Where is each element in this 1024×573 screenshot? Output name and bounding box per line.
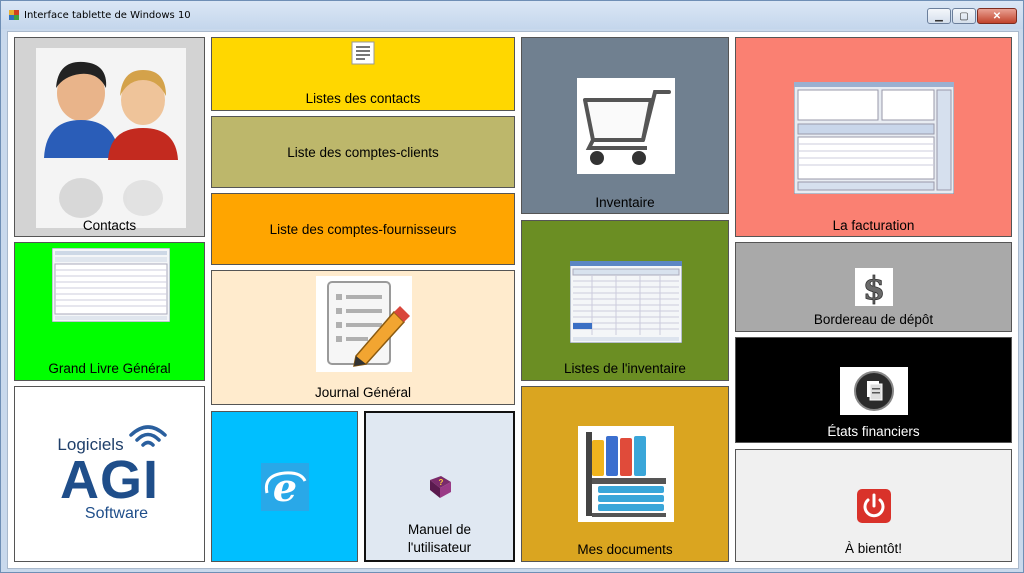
internet-explorer-icon: e: [261, 463, 309, 511]
tile-label: La facturation: [832, 218, 915, 233]
tile-label: Liste des comptes-clients: [287, 145, 439, 160]
tile-contact-list[interactable]: Listes des contacts: [211, 37, 515, 111]
shopping-cart-icon: [577, 78, 675, 174]
tile-label-line2: l'utilisateur: [407, 540, 472, 555]
logo-line2: Software: [84, 505, 149, 522]
app-icon: [9, 10, 19, 20]
maximize-button[interactable]: ▢: [952, 8, 976, 24]
logo-brand: AGI: [59, 450, 159, 510]
tile-label: Listes des contacts: [305, 91, 421, 106]
tile-label: Inventaire: [595, 195, 655, 210]
minimize-button[interactable]: ▁: [927, 8, 951, 24]
help-book-icon: ?: [430, 476, 451, 498]
tile-logo: Logiciels AGI Software: [14, 386, 205, 562]
invoice-screenshot-icon: [794, 82, 954, 194]
tile-financial-statements[interactable]: États financiers: [735, 337, 1012, 443]
tile-internet[interactable]: e: [211, 411, 358, 562]
tile-label: États financiers: [827, 424, 920, 439]
tile-label: Liste des comptes-fournisseurs: [269, 222, 457, 237]
tile-user-manual[interactable]: ? Manuel de l'utilisateur: [364, 411, 515, 562]
document-icon: [351, 41, 375, 65]
bookshelf-icon: [578, 426, 674, 522]
svg-text:$: $: [863, 269, 885, 306]
tile-client-accounts[interactable]: Liste des comptes-clients: [211, 116, 515, 188]
ledger-screenshot-icon: [52, 248, 170, 322]
close-button[interactable]: ✕: [977, 8, 1017, 24]
tile-label-line1: Manuel de: [407, 522, 472, 537]
statements-icon: [840, 367, 908, 415]
title-bar[interactable]: Interface tablette de Windows 10 ▁ ▢ ✕: [1, 1, 1023, 29]
minimize-icon: ▁: [935, 10, 943, 22]
tile-supplier-accounts[interactable]: Liste des comptes-fournisseurs: [211, 193, 515, 265]
tile-label: Mes documents: [577, 542, 673, 557]
dollar-icon: $: [855, 268, 893, 306]
tile-inventory-lists[interactable]: Listes de l'inventaire: [521, 220, 729, 381]
tile-general-journal[interactable]: Journal Général: [211, 270, 515, 405]
tile-general-ledger[interactable]: Grand Livre Général: [14, 242, 205, 381]
window-controls: ▁ ▢ ✕: [927, 8, 1017, 24]
tile-goodbye[interactable]: À bientôt!: [735, 449, 1012, 562]
maximize-icon: ▢: [959, 10, 969, 22]
journal-pencil-icon: [316, 276, 412, 372]
tile-label: Bordereau de dépôt: [813, 312, 934, 327]
tile-contacts[interactable]: Contacts: [14, 37, 205, 237]
tile-deposit-slip[interactable]: $ Bordereau de dépôt: [735, 242, 1012, 332]
inventory-list-screenshot-icon: [570, 261, 682, 343]
tile-label: Journal Général: [314, 385, 412, 400]
tile-label: À bientôt!: [844, 541, 903, 556]
tile-documents[interactable]: Mes documents: [521, 386, 729, 562]
contacts-icon: [36, 48, 186, 228]
tile-invoicing[interactable]: La facturation: [735, 37, 1012, 237]
tile-area: Contacts Listes des contacts Liste des c…: [7, 31, 1019, 569]
tile-inventory[interactable]: Inventaire: [521, 37, 729, 214]
wifi-icon: [129, 425, 167, 447]
svg-text:?: ?: [439, 478, 444, 487]
window-title: Interface tablette de Windows 10: [24, 10, 191, 21]
tile-label: Listes de l'inventaire: [564, 361, 686, 376]
power-icon: [857, 489, 891, 523]
close-icon: ✕: [992, 10, 1002, 22]
app-window: Interface tablette de Windows 10 ▁ ▢ ✕ C…: [0, 0, 1024, 573]
tile-label: Contacts: [82, 218, 137, 233]
tile-label: Grand Livre Général: [48, 361, 171, 376]
